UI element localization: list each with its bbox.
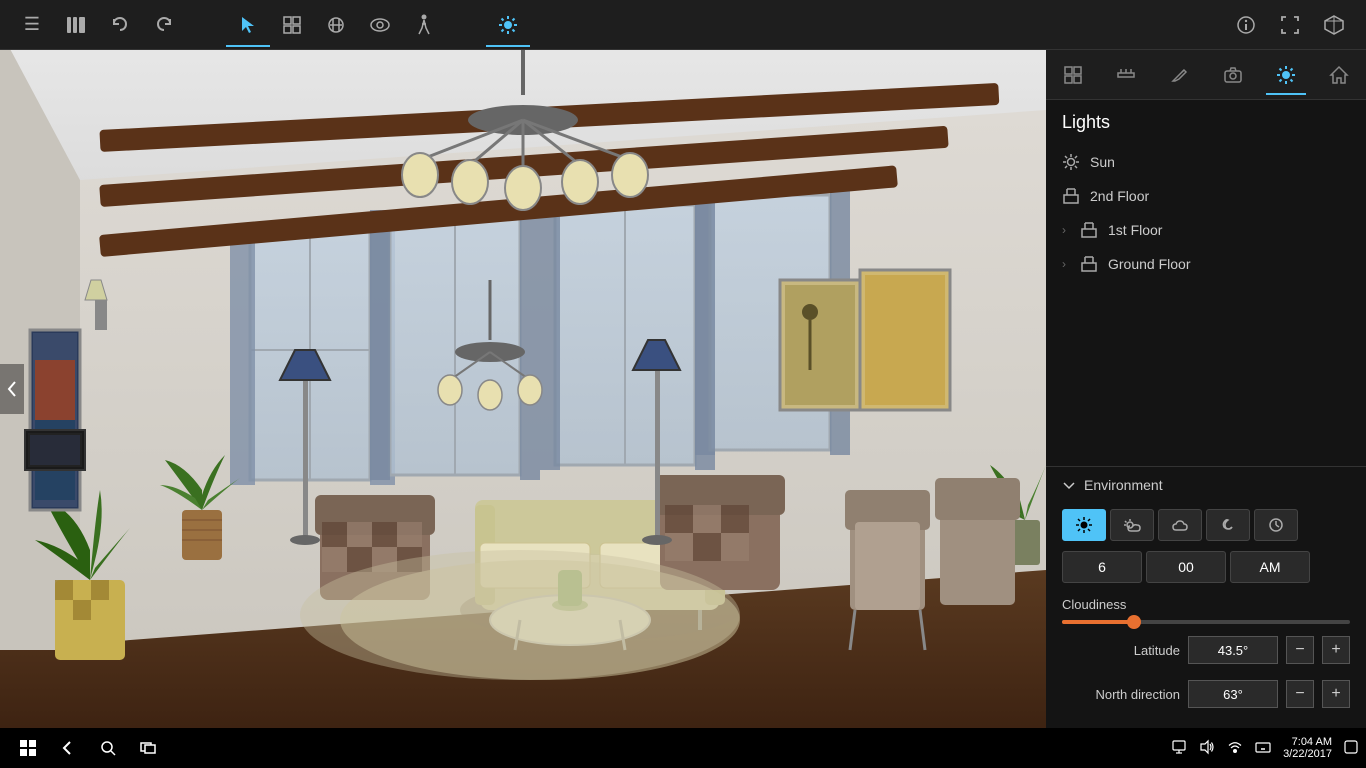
top-toolbar: ☰ <box>0 0 1366 50</box>
taskbar-date-display: 3/22/2017 <box>1283 748 1332 760</box>
time-ampm-box[interactable]: AM <box>1230 551 1310 583</box>
cloudiness-fill <box>1062 620 1134 624</box>
fullscreen-icon[interactable] <box>1268 3 1312 47</box>
windows-start-button[interactable] <box>8 730 48 766</box>
measure-panel-tool[interactable] <box>1106 55 1146 95</box>
main-area: Lights Sun 2nd Floor › 1st Floor › Groun… <box>0 50 1366 728</box>
taskbar-notification-icon[interactable] <box>1344 740 1358 757</box>
sun-toolbar-icon[interactable] <box>486 3 530 47</box>
sunny-env-btn[interactable] <box>1062 509 1106 541</box>
1st-floor-chevron: › <box>1062 223 1066 237</box>
latitude-row: Latitude 43.5° − + <box>1046 628 1366 672</box>
partly-cloudy-env-btn[interactable] <box>1110 509 1154 541</box>
north-direction-label: North direction <box>1062 687 1180 702</box>
3d-cube-icon[interactable] <box>1312 3 1356 47</box>
environment-header[interactable]: Environment <box>1046 467 1366 503</box>
library-icon[interactable] <box>54 3 98 47</box>
1st-floor-label: 1st Floor <box>1108 222 1162 238</box>
north-direction-row: North direction 63° − + <box>1046 672 1366 716</box>
latitude-value[interactable]: 43.5° <box>1188 636 1278 664</box>
cloudiness-label: Cloudiness <box>1046 587 1366 616</box>
latitude-plus-btn[interactable]: + <box>1322 636 1350 664</box>
taskbar-right: 7:04 AM 3/22/2017 <box>1171 736 1358 760</box>
taskbar-system-icon-1[interactable] <box>1171 739 1187 758</box>
ground-floor-chevron: › <box>1062 257 1066 271</box>
viewport[interactable] <box>0 50 1046 728</box>
environment-section: Environment <box>1046 466 1366 728</box>
ground-floor-label: Ground Floor <box>1108 256 1190 272</box>
time-minute-box[interactable]: 00 <box>1146 551 1226 583</box>
cloudiness-thumb[interactable] <box>1127 615 1141 629</box>
env-chevron-icon <box>1062 478 1076 492</box>
menu-icon[interactable]: ☰ <box>10 3 54 47</box>
ground-floor-icon <box>1080 255 1098 273</box>
taskbar-volume-icon[interactable] <box>1199 739 1215 758</box>
draw-panel-tool[interactable] <box>1159 55 1199 95</box>
taskbar-time-display: 7:04 AM <box>1292 736 1332 748</box>
time-env-btn[interactable] <box>1254 509 1298 541</box>
taskbar-keyboard-icon[interactable] <box>1255 739 1271 758</box>
sun-light-icon <box>1062 153 1080 171</box>
taskbar-multitask-btn[interactable] <box>128 730 168 766</box>
2nd-floor-label: 2nd Floor <box>1090 188 1149 204</box>
sun-light-item[interactable]: Sun <box>1046 145 1366 179</box>
environment-title: Environment <box>1084 477 1163 493</box>
sun-label: Sun <box>1090 154 1115 170</box>
left-nav-arrow[interactable] <box>0 364 24 414</box>
cloudiness-slider[interactable] <box>1062 620 1350 624</box>
lights-title: Lights <box>1046 100 1366 145</box>
north-direction-value[interactable]: 63° <box>1188 680 1278 708</box>
home-panel-tool[interactable] <box>1319 55 1359 95</box>
2nd-floor-light-item[interactable]: 2nd Floor <box>1046 179 1366 213</box>
light-panel-tool[interactable] <box>1266 55 1306 95</box>
cloudy-env-btn[interactable] <box>1158 509 1202 541</box>
taskbar-search-btn[interactable] <box>88 730 128 766</box>
time-hour-box[interactable]: 6 <box>1062 551 1142 583</box>
info-icon[interactable] <box>1224 3 1268 47</box>
latitude-label: Latitude <box>1062 643 1180 658</box>
taskbar-clock[interactable]: 7:04 AM 3/22/2017 <box>1283 736 1332 760</box>
panel-toolbar <box>1046 50 1366 100</box>
ground-floor-light-item[interactable]: › Ground Floor <box>1046 247 1366 281</box>
north-direction-minus-btn[interactable]: − <box>1286 680 1314 708</box>
taskbar: 7:04 AM 3/22/2017 <box>0 728 1366 768</box>
transform-icon[interactable] <box>270 3 314 47</box>
camera-panel-tool[interactable] <box>1213 55 1253 95</box>
scene <box>0 50 1046 728</box>
time-row: 6 00 AM <box>1046 547 1366 587</box>
taskbar-network-icon[interactable] <box>1227 739 1243 758</box>
view-icon[interactable] <box>358 3 402 47</box>
night-env-btn[interactable] <box>1206 509 1250 541</box>
walk-icon[interactable] <box>402 3 446 47</box>
redo-icon[interactable] <box>142 3 186 47</box>
north-direction-plus-btn[interactable]: + <box>1322 680 1350 708</box>
latitude-minus-btn[interactable]: − <box>1286 636 1314 664</box>
undo-icon[interactable] <box>98 3 142 47</box>
select-icon[interactable] <box>226 3 270 47</box>
arrange-panel-tool[interactable] <box>1053 55 1093 95</box>
edit-icon[interactable] <box>314 3 358 47</box>
floor-1-icon <box>1080 221 1098 239</box>
environment-buttons <box>1046 503 1366 547</box>
right-panel: Lights Sun 2nd Floor › 1st Floor › Groun… <box>1046 50 1366 728</box>
floor-2-icon <box>1062 187 1080 205</box>
1st-floor-light-item[interactable]: › 1st Floor <box>1046 213 1366 247</box>
taskbar-back-btn[interactable] <box>48 730 88 766</box>
